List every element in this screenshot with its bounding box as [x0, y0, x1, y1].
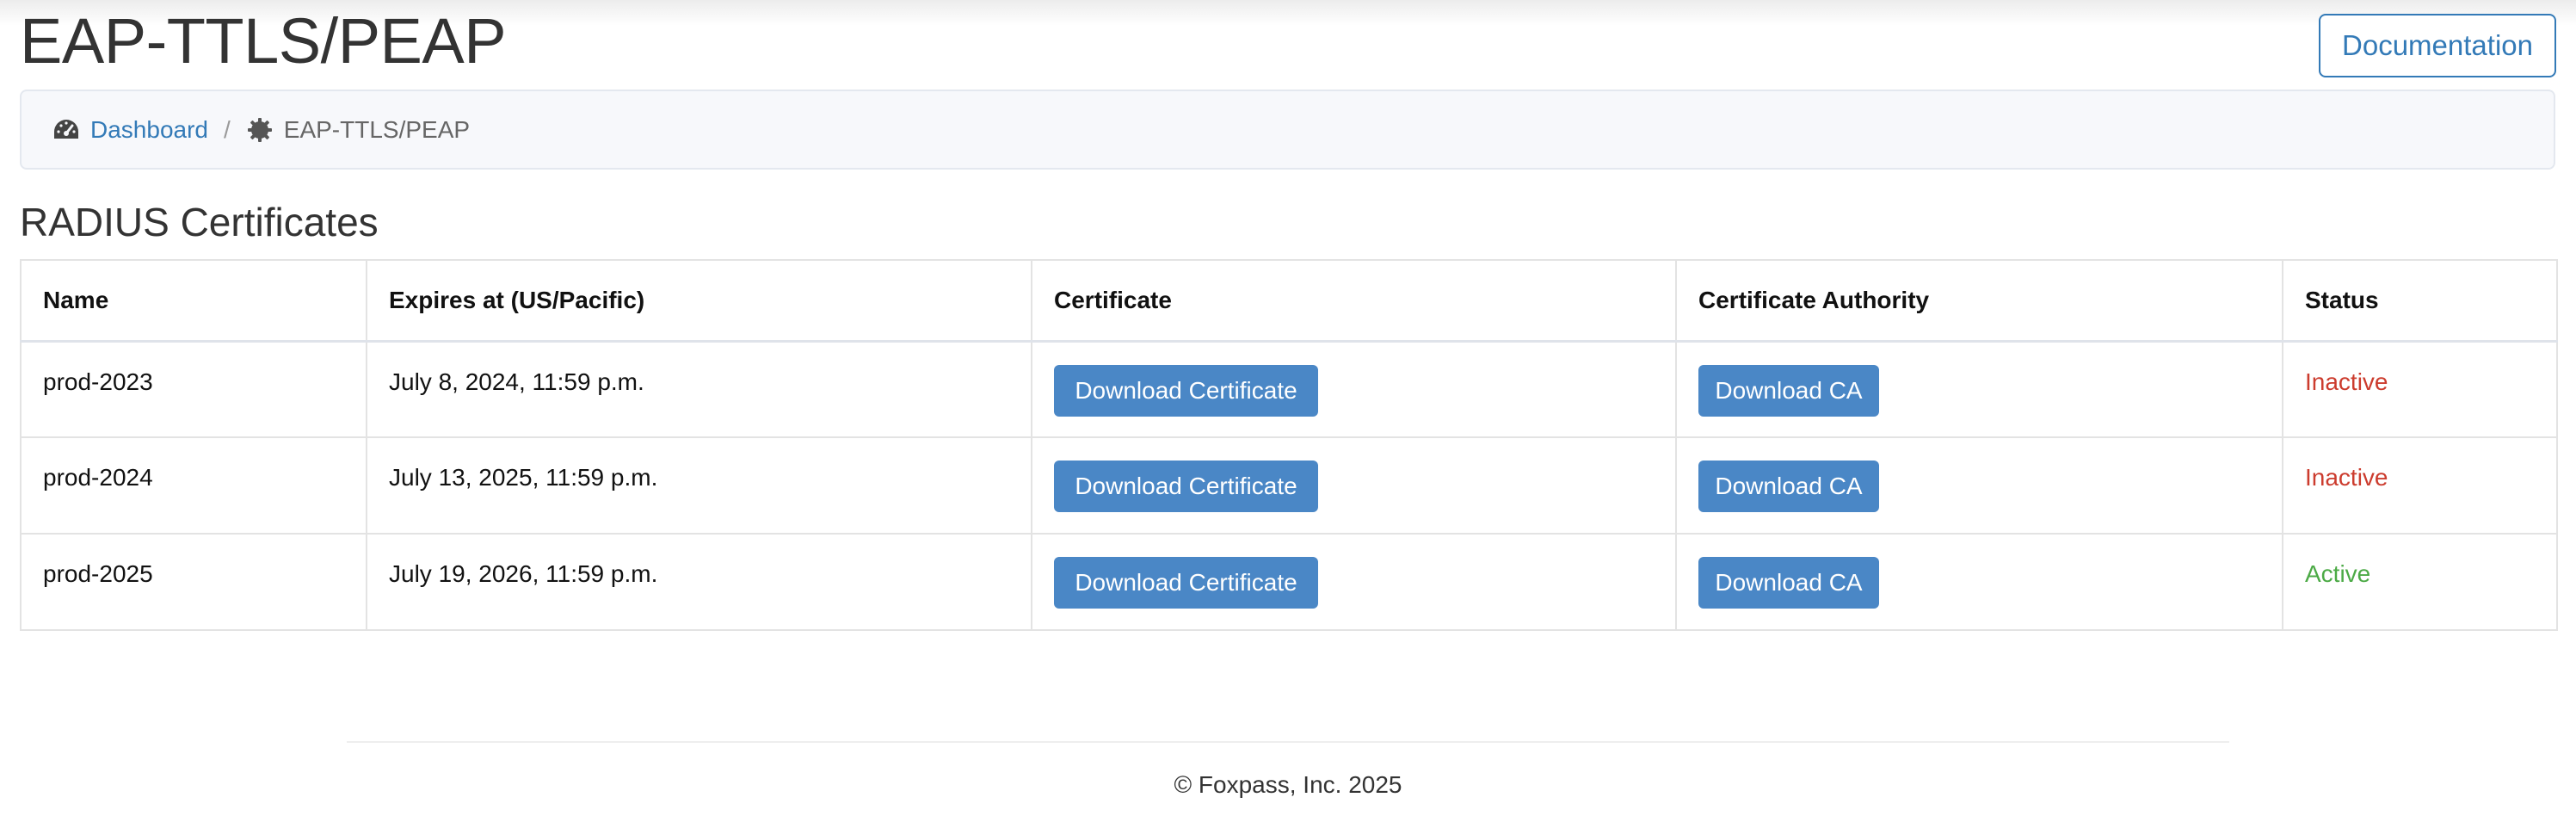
breadcrumb-current-label: EAP-TTLS/PEAP — [283, 115, 471, 143]
cell-name: prod-2024 — [20, 436, 367, 535]
cell-certificate: Download Certificate — [1031, 436, 1677, 535]
footer-copyright: © Foxpass, Inc. 2025 — [1174, 771, 1402, 798]
status-text: Active — [2305, 560, 2371, 587]
cell-name: prod-2023 — [20, 340, 367, 438]
cell-certificate: Download Certificate — [1031, 533, 1677, 631]
table-row: prod-2024 July 13, 2025, 11:59 p.m. Down… — [20, 436, 2558, 535]
breadcrumb: Dashboard / EAP-TTLS/PEAP — [20, 90, 2555, 170]
breadcrumb-dashboard-label: Dashboard — [90, 115, 208, 143]
gear-icon — [246, 116, 274, 144]
download-certificate-button[interactable]: Download Certificate — [1054, 461, 1318, 512]
cell-ca: Download CA — [1675, 340, 2283, 438]
dashboard-icon — [52, 116, 80, 144]
status-text: Inactive — [2305, 464, 2388, 491]
expiry-date: July 8, 2024, 11:59 p.m. — [389, 368, 644, 395]
breadcrumb-separator: / — [223, 115, 231, 143]
expiry-date: July 19, 2026, 11:59 p.m. — [389, 560, 658, 587]
column-header-name: Name — [20, 259, 367, 343]
breadcrumb-dashboard-link[interactable]: Dashboard — [52, 116, 208, 144]
breadcrumb-current: EAP-TTLS/PEAP — [246, 116, 470, 144]
download-certificate-button[interactable]: Download Certificate — [1054, 364, 1318, 417]
cell-status: Inactive — [2282, 340, 2558, 438]
cell-status: Inactive — [2282, 436, 2558, 535]
table-row: prod-2023 July 8, 2024, 11:59 p.m. Downl… — [20, 340, 2558, 438]
cell-expires: July 19, 2026, 11:59 p.m. — [366, 533, 1032, 631]
table-row: prod-2025 July 19, 2026, 11:59 p.m. Down… — [20, 533, 2558, 631]
cell-name: prod-2025 — [20, 533, 367, 631]
table-header-row: Name Expires at (US/Pacific) Certificate… — [20, 259, 2558, 343]
certificate-name: prod-2024 — [43, 464, 153, 491]
certificate-name: prod-2023 — [43, 368, 153, 395]
certificates-table: Name Expires at (US/Pacific) Certificate… — [20, 259, 2558, 631]
cell-certificate: Download Certificate — [1031, 340, 1677, 438]
documentation-button[interactable]: Documentation — [2319, 14, 2556, 77]
section-title: RADIUS Certificates — [20, 200, 379, 244]
cell-ca: Download CA — [1675, 436, 2283, 535]
download-ca-button[interactable]: Download CA — [1698, 461, 1879, 512]
column-header-expires: Expires at (US/Pacific) — [366, 259, 1032, 343]
expiry-date: July 13, 2025, 11:59 p.m. — [389, 464, 658, 491]
column-header-status: Status — [2282, 259, 2558, 343]
column-header-certificate-authority: Certificate Authority — [1675, 259, 2283, 343]
column-header-certificate: Certificate — [1031, 259, 1677, 343]
cell-expires: July 13, 2025, 11:59 p.m. — [366, 436, 1032, 535]
download-ca-button[interactable]: Download CA — [1698, 364, 1879, 417]
cell-status: Active — [2282, 533, 2558, 631]
footer-divider — [347, 741, 2229, 743]
cell-expires: July 8, 2024, 11:59 p.m. — [366, 340, 1032, 438]
download-ca-button[interactable]: Download CA — [1698, 557, 1879, 609]
certificate-name: prod-2025 — [43, 560, 153, 587]
status-text: Inactive — [2305, 368, 2388, 395]
download-certificate-button[interactable]: Download Certificate — [1054, 557, 1318, 609]
page-title: EAP-TTLS/PEAP — [20, 5, 507, 77]
cell-ca: Download CA — [1675, 533, 2283, 631]
